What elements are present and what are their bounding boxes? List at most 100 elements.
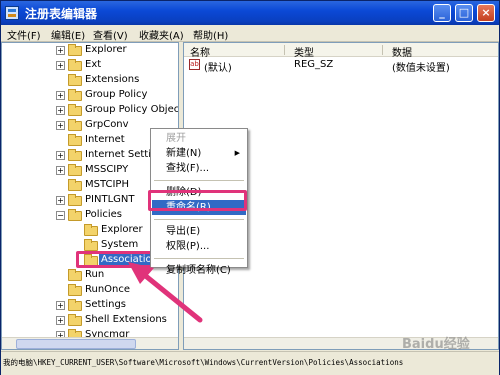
menu-help[interactable]: 帮助(H) <box>193 27 228 42</box>
watermark: Baidu经验 <box>402 337 470 352</box>
expand-icon[interactable]: + <box>56 316 65 325</box>
tree-item-label: PINTLGNT <box>85 194 135 205</box>
value-name: (默认) <box>204 63 232 74</box>
folder-icon <box>68 149 82 161</box>
folder-icon <box>68 59 82 71</box>
folder-icon <box>68 104 82 116</box>
tree-item-label: Internet <box>85 134 125 145</box>
expand-icon[interactable]: + <box>56 46 65 55</box>
tree-item-label: Extensions <box>85 74 140 85</box>
tree-item[interactable]: + Explorer <box>2 43 178 58</box>
tree-item[interactable]: + Group Policy Object <box>2 103 178 118</box>
context-menu-item-label: 复制项名称(C) <box>166 265 231 276</box>
folder-icon <box>68 284 82 296</box>
expand-icon[interactable]: + <box>56 166 65 175</box>
column-separator[interactable] <box>382 45 383 55</box>
tree-item-label: Run <box>85 269 105 280</box>
folder-icon <box>68 134 82 146</box>
close-button[interactable]: × <box>477 4 495 22</box>
value-row-default[interactable]: ab (默认) REG_SZ (数值未设置) <box>184 58 498 74</box>
column-header-type[interactable]: 类型 <box>294 44 314 59</box>
folder-icon <box>68 89 82 101</box>
context-menu-item-label: 权限(P)... <box>166 241 210 252</box>
context-menu-item-label: 新建(N) <box>166 148 202 159</box>
context-menu-item[interactable]: 权限(P)... <box>152 239 246 254</box>
tree-item-label: MSSCIPY <box>85 164 129 175</box>
context-menu-item-label: 展开 <box>166 133 186 144</box>
menu-file[interactable]: 文件(F) <box>7 27 41 42</box>
string-value-icon: ab <box>189 59 200 70</box>
menu-bar: 文件(F) 编辑(E) 查看(V) 收藏夹(A) 帮助(H) <box>1 25 499 42</box>
scroll-thumb[interactable] <box>16 339 136 349</box>
tree-horizontal-scrollbar[interactable] <box>2 337 178 349</box>
tree-item-label: Policies <box>85 209 122 220</box>
folder-icon <box>84 224 98 236</box>
tree-item-label: Group Policy <box>85 89 148 100</box>
title-bar[interactable]: 注册表编辑器 _ □ × <box>1 1 499 25</box>
folder-icon <box>68 269 82 281</box>
tree-item[interactable]: + Shell Extensions <box>2 313 178 328</box>
expand-icon[interactable]: + <box>56 61 65 70</box>
folder-icon <box>68 44 82 56</box>
value-type: REG_SZ <box>294 59 334 70</box>
context-menu-item: 展开 <box>152 131 246 146</box>
context-menu-item[interactable]: 导出(E) <box>152 224 246 239</box>
menu-view[interactable]: 查看(V) <box>93 27 128 42</box>
tree-item-label: Group Policy Object <box>85 104 179 115</box>
collapse-icon[interactable]: − <box>56 211 65 220</box>
tree-item[interactable]: + Ext <box>2 58 178 73</box>
tree-item-label: Explorer <box>101 224 143 235</box>
tree-item-label: Ext <box>85 59 102 70</box>
tree-item-label: System <box>101 239 139 250</box>
tree-item[interactable]: + Group Policy <box>2 88 178 103</box>
expand-icon[interactable]: + <box>56 121 65 130</box>
menu-separator <box>154 219 244 220</box>
folder-icon <box>68 74 82 86</box>
tree-item-label: Shell Extensions <box>85 314 167 325</box>
status-path: 我的电脑\HKEY_CURRENT_USER\Software\Microsof… <box>3 358 404 367</box>
menu-favorites[interactable]: 收藏夹(A) <box>139 27 184 42</box>
tree-item-label: GrpConv <box>85 119 129 130</box>
tree-item[interactable]: RunOnce <box>2 283 178 298</box>
list-header: 名称 类型 数据 <box>184 43 498 59</box>
annotation-box-rename <box>148 190 247 211</box>
tree-item-label: Settings <box>85 299 127 310</box>
column-separator[interactable] <box>284 45 285 55</box>
expand-icon[interactable]: + <box>56 301 65 310</box>
context-menu-item[interactable]: 查找(F)... <box>152 161 246 176</box>
folder-icon <box>84 239 98 251</box>
folder-icon <box>68 179 82 191</box>
column-header-data[interactable]: 数据 <box>392 44 412 59</box>
registry-editor-window: 注册表编辑器 _ □ × 文件(F) 编辑(E) 查看(V) 收藏夹(A) 帮助… <box>0 0 500 375</box>
tree-item[interactable]: + Settings <box>2 298 178 313</box>
maximize-button[interactable]: □ <box>455 4 473 22</box>
expand-icon[interactable]: + <box>56 196 65 205</box>
folder-icon <box>68 194 82 206</box>
expand-icon[interactable]: + <box>56 91 65 100</box>
tree-item[interactable]: Extensions <box>2 73 178 88</box>
context-menu-item[interactable]: 新建(N) ▶ <box>152 146 246 161</box>
folder-icon <box>68 314 82 326</box>
column-header-name[interactable]: 名称 <box>190 44 210 59</box>
context-menu-item[interactable]: 复制项名称(C) <box>152 263 246 278</box>
tree-item-label: MSTCIPH <box>85 179 129 190</box>
minimize-button[interactable]: _ <box>433 4 451 22</box>
folder-icon <box>68 119 82 131</box>
menu-separator <box>154 258 244 259</box>
folder-icon <box>68 299 82 311</box>
window-title: 注册表编辑器 <box>25 7 98 21</box>
status-bar: 我的电脑\HKEY_CURRENT_USER\Software\Microsof… <box>1 351 499 375</box>
context-menu-item-label: 查找(F)... <box>166 163 210 174</box>
expand-icon[interactable]: + <box>56 106 65 115</box>
context-menu-item-label: 导出(E) <box>166 226 201 237</box>
expand-icon[interactable]: + <box>56 151 65 160</box>
tree-item-label: RunOnce <box>85 284 131 295</box>
annotation-box-associations <box>76 251 156 268</box>
submenu-arrow-icon: ▶ <box>234 149 240 157</box>
folder-icon <box>68 164 82 176</box>
tree-item-label: Explorer <box>85 44 127 55</box>
menu-edit[interactable]: 编辑(E) <box>51 27 85 42</box>
folder-icon <box>68 209 82 221</box>
menu-separator <box>154 180 244 181</box>
value-data: (数值未设置) <box>392 63 450 74</box>
